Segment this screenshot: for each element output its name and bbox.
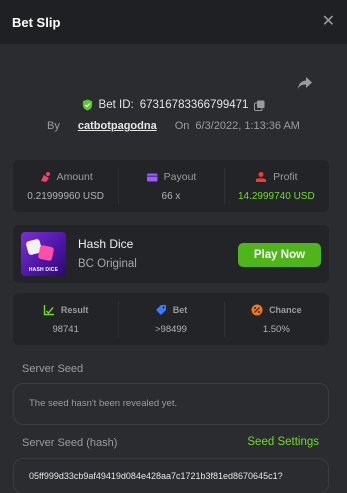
dialog-title: Bet Slip bbox=[12, 14, 61, 30]
stat-profit-value: 14.2999740 USD bbox=[237, 190, 315, 202]
bet-id-label: Bet ID: bbox=[98, 99, 134, 111]
close-icon[interactable]: ✕ bbox=[322, 14, 335, 30]
server-seed-label: Server Seed bbox=[22, 363, 84, 375]
bet-slip-header: Bet Slip ✕ bbox=[0, 0, 347, 44]
result-value: 98741 bbox=[52, 323, 79, 335]
bet-value: >98499 bbox=[155, 323, 187, 335]
server-seed-field: The seed hasn't been revealed yet. bbox=[13, 383, 329, 425]
server-seed-hash-field[interactable]: 05ff999d33cb9af49419d084e428aa7c1721b3f8… bbox=[13, 458, 329, 493]
wallet-icon bbox=[146, 173, 158, 181]
stat-amount-label: Amount bbox=[56, 170, 93, 183]
bet-results-panel: Result 98741 Bet >98499 Chance 1.50% bbox=[13, 293, 329, 345]
stat-amount-value: 0.21999960 USD bbox=[27, 190, 105, 202]
game-card: HASH DICE Hash Dice BC Original Play Now bbox=[13, 225, 329, 283]
copy-icon[interactable] bbox=[254, 100, 265, 111]
server-seed-hash-value: 05ff999d33cb9af49419d084e428aa7c1721b3f8… bbox=[29, 471, 283, 481]
game-name: Hash Dice bbox=[78, 237, 134, 251]
share-icon[interactable] bbox=[297, 76, 313, 90]
bet-id-row: Bet ID: 67316783366799471 bbox=[0, 96, 347, 114]
bet-author-row: By catbotpagodna On 6/3/2022, 1:13:36 AM bbox=[0, 118, 347, 134]
percent-icon bbox=[251, 304, 263, 315]
on-label: On bbox=[174, 120, 190, 132]
server-seed-hash-label: Server Seed (hash) bbox=[22, 437, 118, 449]
result-result: Result 98741 bbox=[13, 293, 118, 345]
chance-label: Chance bbox=[269, 304, 302, 315]
bet-id-value: 67316783366799471 bbox=[139, 99, 249, 111]
play-now-button[interactable]: Play Now bbox=[238, 243, 321, 267]
stat-payout-label: Payout bbox=[163, 170, 197, 183]
game-thumbnail-label: HASH DICE bbox=[28, 267, 59, 273]
stat-payout-value: 66 x bbox=[161, 190, 181, 202]
username-link[interactable]: catbotpagodna bbox=[78, 120, 157, 132]
tag-icon bbox=[155, 304, 166, 315]
stat-profit: Profit 14.2999740 USD bbox=[223, 160, 329, 212]
result-chance: Chance 1.50% bbox=[223, 293, 329, 345]
chance-value: 1.50% bbox=[262, 323, 290, 335]
game-provider: BC Original bbox=[78, 258, 137, 270]
stat-payout: Payout 66 x bbox=[118, 160, 223, 212]
coin-bag-icon bbox=[40, 171, 50, 182]
server-seed-text: The seed hasn't been revealed yet. bbox=[29, 398, 178, 409]
game-thumbnail[interactable]: HASH DICE bbox=[21, 232, 66, 276]
seed-settings-link[interactable]: Seed Settings bbox=[247, 436, 319, 448]
hand-coin-icon bbox=[256, 171, 267, 182]
verified-shield-icon bbox=[82, 99, 92, 111]
bet-datetime: 6/3/2022, 1:13:36 AM bbox=[195, 120, 300, 132]
check-chart-icon bbox=[43, 304, 54, 315]
stat-amount: Amount 0.21999960 USD bbox=[13, 160, 118, 212]
by-label: By bbox=[47, 120, 60, 132]
result-label: Result bbox=[60, 304, 89, 315]
bet-stats-panel: Amount 0.21999960 USD Payout 66 x Profit… bbox=[13, 160, 329, 212]
stat-profit-label: Profit bbox=[273, 170, 298, 183]
bet-label: Bet bbox=[172, 304, 188, 315]
result-bet: Bet >98499 bbox=[118, 293, 223, 345]
